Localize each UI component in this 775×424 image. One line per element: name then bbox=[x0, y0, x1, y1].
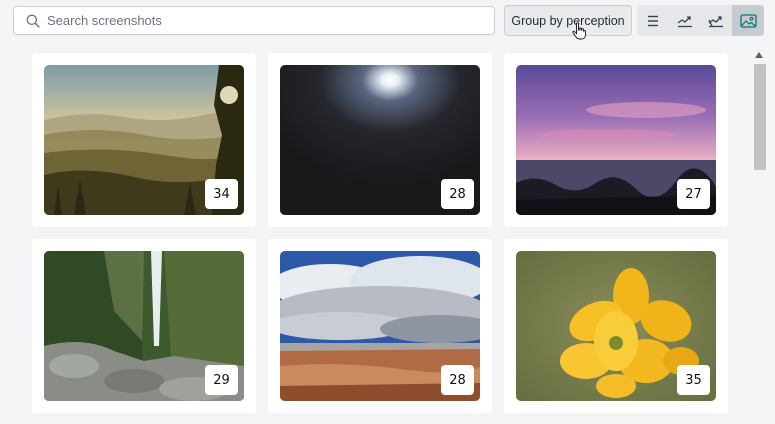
search-input[interactable] bbox=[47, 7, 494, 34]
trend-up-view-button[interactable] bbox=[669, 5, 701, 36]
toolbar: Group by perception bbox=[0, 0, 775, 42]
image-card[interactable]: 28 bbox=[268, 239, 492, 413]
score-badge: 27 bbox=[677, 179, 710, 209]
gallery-view-button[interactable] bbox=[732, 5, 764, 36]
image-card[interactable]: 27 bbox=[504, 53, 728, 227]
score-badge: 34 bbox=[205, 179, 238, 209]
image-thumbnail[interactable]: 28 bbox=[280, 65, 480, 215]
list-view-button[interactable] bbox=[637, 5, 669, 36]
image-thumbnail[interactable]: 28 bbox=[280, 251, 480, 401]
score-badge: 29 bbox=[205, 365, 238, 395]
image-card[interactable]: 28 bbox=[268, 53, 492, 227]
trend-down-icon bbox=[708, 15, 724, 27]
image-icon bbox=[739, 13, 757, 28]
scroll-up-arrow-icon[interactable] bbox=[755, 52, 763, 58]
search-box[interactable] bbox=[13, 6, 495, 35]
trend-up-icon bbox=[677, 15, 692, 27]
score-badge: 28 bbox=[441, 179, 474, 209]
image-card[interactable]: 34 bbox=[32, 53, 256, 227]
mouse-pointer-icon bbox=[572, 22, 586, 40]
image-card[interactable]: 35 bbox=[504, 239, 728, 413]
image-thumbnail[interactable]: 34 bbox=[44, 65, 244, 215]
image-thumbnail[interactable]: 35 bbox=[516, 251, 716, 401]
view-mode-toggle bbox=[637, 5, 764, 36]
image-card[interactable]: 29 bbox=[32, 239, 256, 413]
search-icon bbox=[25, 13, 41, 29]
trend-down-view-button[interactable] bbox=[701, 5, 733, 36]
score-badge: 28 bbox=[441, 365, 474, 395]
image-thumbnail[interactable]: 29 bbox=[44, 251, 244, 401]
image-thumbnail[interactable]: 27 bbox=[516, 65, 716, 215]
scrollbar-thumb[interactable] bbox=[754, 64, 766, 170]
group-by-perception-button[interactable]: Group by perception bbox=[504, 5, 632, 36]
score-badge: 35 bbox=[677, 365, 710, 395]
list-icon bbox=[647, 15, 658, 26]
